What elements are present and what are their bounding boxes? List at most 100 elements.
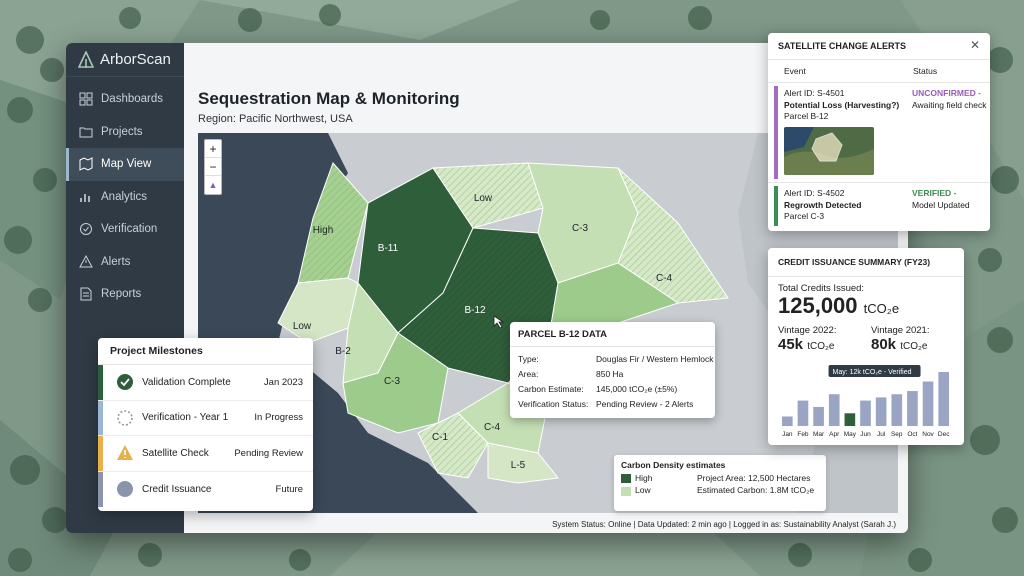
parcel-data-key: Carbon Estimate: bbox=[518, 383, 584, 394]
sidebar-item-alerts[interactable]: Alerts bbox=[66, 246, 184, 279]
zoom-in-button[interactable]: + bbox=[205, 140, 221, 158]
label-low-north: Low bbox=[474, 193, 493, 204]
satellite-alerts-panel: SATELLITE CHANGE ALERTS ✕ Event Status A… bbox=[768, 33, 990, 231]
milestone-value: Pending Review bbox=[234, 447, 303, 459]
tick-label-sep: Sep bbox=[891, 431, 903, 438]
alert-status-note: Awaiting field check bbox=[912, 99, 987, 110]
milestone-row[interactable]: Verification - Year 1 In Progress bbox=[98, 400, 313, 436]
parcel-data-row: Carbon Estimate: 145,000 tCO₂e (±5%) bbox=[510, 381, 715, 396]
alerts-title: SATELLITE CHANGE ALERTS bbox=[768, 33, 990, 60]
low-swatch bbox=[621, 486, 631, 496]
alert-bar-verified bbox=[774, 186, 778, 226]
alert-row[interactable]: Alert ID: S-4502 Regrowth Detected Parce… bbox=[768, 183, 990, 229]
parcel-data-key: Area: bbox=[518, 368, 539, 379]
bar-may[interactable] bbox=[844, 413, 856, 426]
alert-row[interactable]: Alert ID: S-4501 Potential Loss (Harvest… bbox=[768, 83, 990, 183]
map-icon bbox=[79, 157, 93, 172]
parcel-data-popup: PARCEL B-12 DATA Type: Douglas Fir / West… bbox=[510, 322, 715, 418]
alert-bar-unconfirmed bbox=[774, 86, 778, 179]
brand[interactable]: ArborScan bbox=[66, 43, 184, 77]
sidebar-item-projects[interactable]: Projects bbox=[66, 116, 184, 149]
milestone-value: Future bbox=[275, 483, 303, 495]
sidebar-item-dashboards[interactable]: Dashboards bbox=[66, 83, 184, 116]
legend-estimated-carbon: Estimated Carbon: 1.8M tCO₂e bbox=[697, 485, 815, 495]
alert-status: VERIFIED bbox=[912, 188, 952, 198]
dashboard-icon bbox=[79, 92, 93, 106]
vintage-2022-unit: tCO₂e bbox=[807, 341, 835, 352]
legend-project-area: Project Area: 12,500 Hectares bbox=[697, 473, 811, 483]
legend-title: Carbon Density estimates bbox=[621, 460, 726, 470]
alert-id: Alert ID: S-4502 bbox=[784, 188, 845, 198]
close-icon[interactable]: ✕ bbox=[970, 38, 980, 52]
alert-id: Alert ID: S-4501 bbox=[784, 88, 845, 98]
parcel-data-value: Douglas Fir / Western Hemlock bbox=[596, 353, 714, 364]
milestone-label: Satellite Check bbox=[142, 447, 209, 459]
vintage-2021-label: Vintage 2021: bbox=[871, 325, 930, 336]
bar-jun[interactable] bbox=[860, 400, 871, 426]
sidebar-item-map-view[interactable]: Map View bbox=[66, 148, 184, 181]
tick-label-jan: Jan bbox=[782, 431, 793, 438]
alert-status: UNCONFIRMED bbox=[912, 88, 976, 98]
bar-oct[interactable] bbox=[907, 391, 918, 426]
bar-nov[interactable] bbox=[922, 381, 934, 426]
bar-apr[interactable] bbox=[828, 394, 840, 426]
carbon-density-legend: Carbon Density estimates High Low Projec… bbox=[614, 455, 826, 511]
sidebar-nav: Dashboards Projects Map View Analytics Verif… bbox=[66, 83, 184, 311]
label-low-west: Low bbox=[293, 321, 312, 332]
sidebar-item-label: Alerts bbox=[101, 255, 131, 268]
tick-label-nov: Nov bbox=[922, 431, 934, 438]
parcel-data-value: Pending Review - 2 Alerts bbox=[596, 398, 694, 409]
col-event: Event bbox=[784, 66, 806, 76]
legend-high: High bbox=[621, 473, 697, 484]
parcel-data-row: Type: Douglas Fir / Western Hemlock bbox=[510, 351, 715, 366]
alert-parcel: Parcel C-3 bbox=[784, 211, 825, 221]
check-circle-icon bbox=[116, 373, 134, 391]
parcel-data-value: 850 Ha bbox=[596, 368, 624, 379]
milestone-status-bar bbox=[98, 436, 103, 471]
label-b-2: B-2 bbox=[335, 346, 351, 357]
label-b-11: B-11 bbox=[378, 243, 399, 254]
sidebar-item-label: Dashboards bbox=[101, 93, 164, 106]
sidebar-item-reports[interactable]: Reports bbox=[66, 278, 184, 311]
milestone-row[interactable]: Satellite Check Pending Review bbox=[98, 436, 313, 472]
total-credits-value: 125,000 bbox=[778, 293, 858, 318]
parcel-data-key: Type: bbox=[518, 353, 539, 364]
milestone-row[interactable]: Validation Complete Jan 2023 bbox=[98, 365, 313, 401]
sidebar-item-label: Projects bbox=[101, 125, 143, 138]
milestone-status-bar bbox=[98, 471, 103, 507]
milestone-row[interactable]: Credit Issuance Future bbox=[98, 471, 313, 507]
sidebar-item-label: Verification bbox=[101, 223, 158, 236]
bar-dec[interactable] bbox=[938, 372, 949, 426]
tree-logo-icon bbox=[78, 50, 94, 68]
compass-icon[interactable]: ▲ bbox=[205, 176, 221, 194]
parcel-data-row: Area: 850 Ha bbox=[510, 366, 715, 381]
zoom-out-button[interactable]: − bbox=[205, 158, 221, 176]
alert-parcel: Parcel B-12 bbox=[784, 111, 829, 121]
label-c-4-east: C-4 bbox=[656, 273, 673, 284]
check-circle-icon bbox=[79, 222, 93, 236]
alert-status-dash: - bbox=[951, 188, 957, 198]
label-b-12: B-12 bbox=[464, 305, 486, 316]
warning-icon bbox=[116, 444, 134, 462]
sidebar-item-label: Map View bbox=[101, 158, 152, 171]
label-c-1: C-1 bbox=[432, 432, 449, 443]
bar-tooltip: May: 12k tCO₂e - Verified bbox=[828, 365, 921, 377]
bar-jul[interactable] bbox=[875, 397, 887, 426]
warning-icon bbox=[79, 254, 93, 269]
bar-jan[interactable] bbox=[782, 416, 793, 426]
sidebar-item-analytics[interactable]: Analytics bbox=[66, 181, 184, 214]
folder-icon bbox=[79, 125, 93, 139]
alert-status-dash: - bbox=[975, 88, 981, 98]
vintage-2021-value: 80k bbox=[871, 336, 897, 353]
bar-tooltip-text: May: 12k tCO₂e - Verified bbox=[833, 369, 912, 376]
bar-feb[interactable] bbox=[797, 400, 809, 426]
bar-mar[interactable] bbox=[813, 406, 824, 426]
bar-sep[interactable] bbox=[891, 394, 903, 426]
parcel-popup-title: PARCEL B-12 DATA bbox=[510, 322, 715, 347]
milestone-label: Validation Complete bbox=[142, 376, 231, 388]
satellite-thumbnail[interactable] bbox=[784, 126, 874, 175]
sidebar-item-label: Analytics bbox=[101, 190, 148, 203]
vintage-2022-value: 45k bbox=[778, 336, 804, 353]
spinner-icon bbox=[116, 409, 134, 427]
sidebar-item-verification[interactable]: Verification bbox=[66, 213, 184, 246]
